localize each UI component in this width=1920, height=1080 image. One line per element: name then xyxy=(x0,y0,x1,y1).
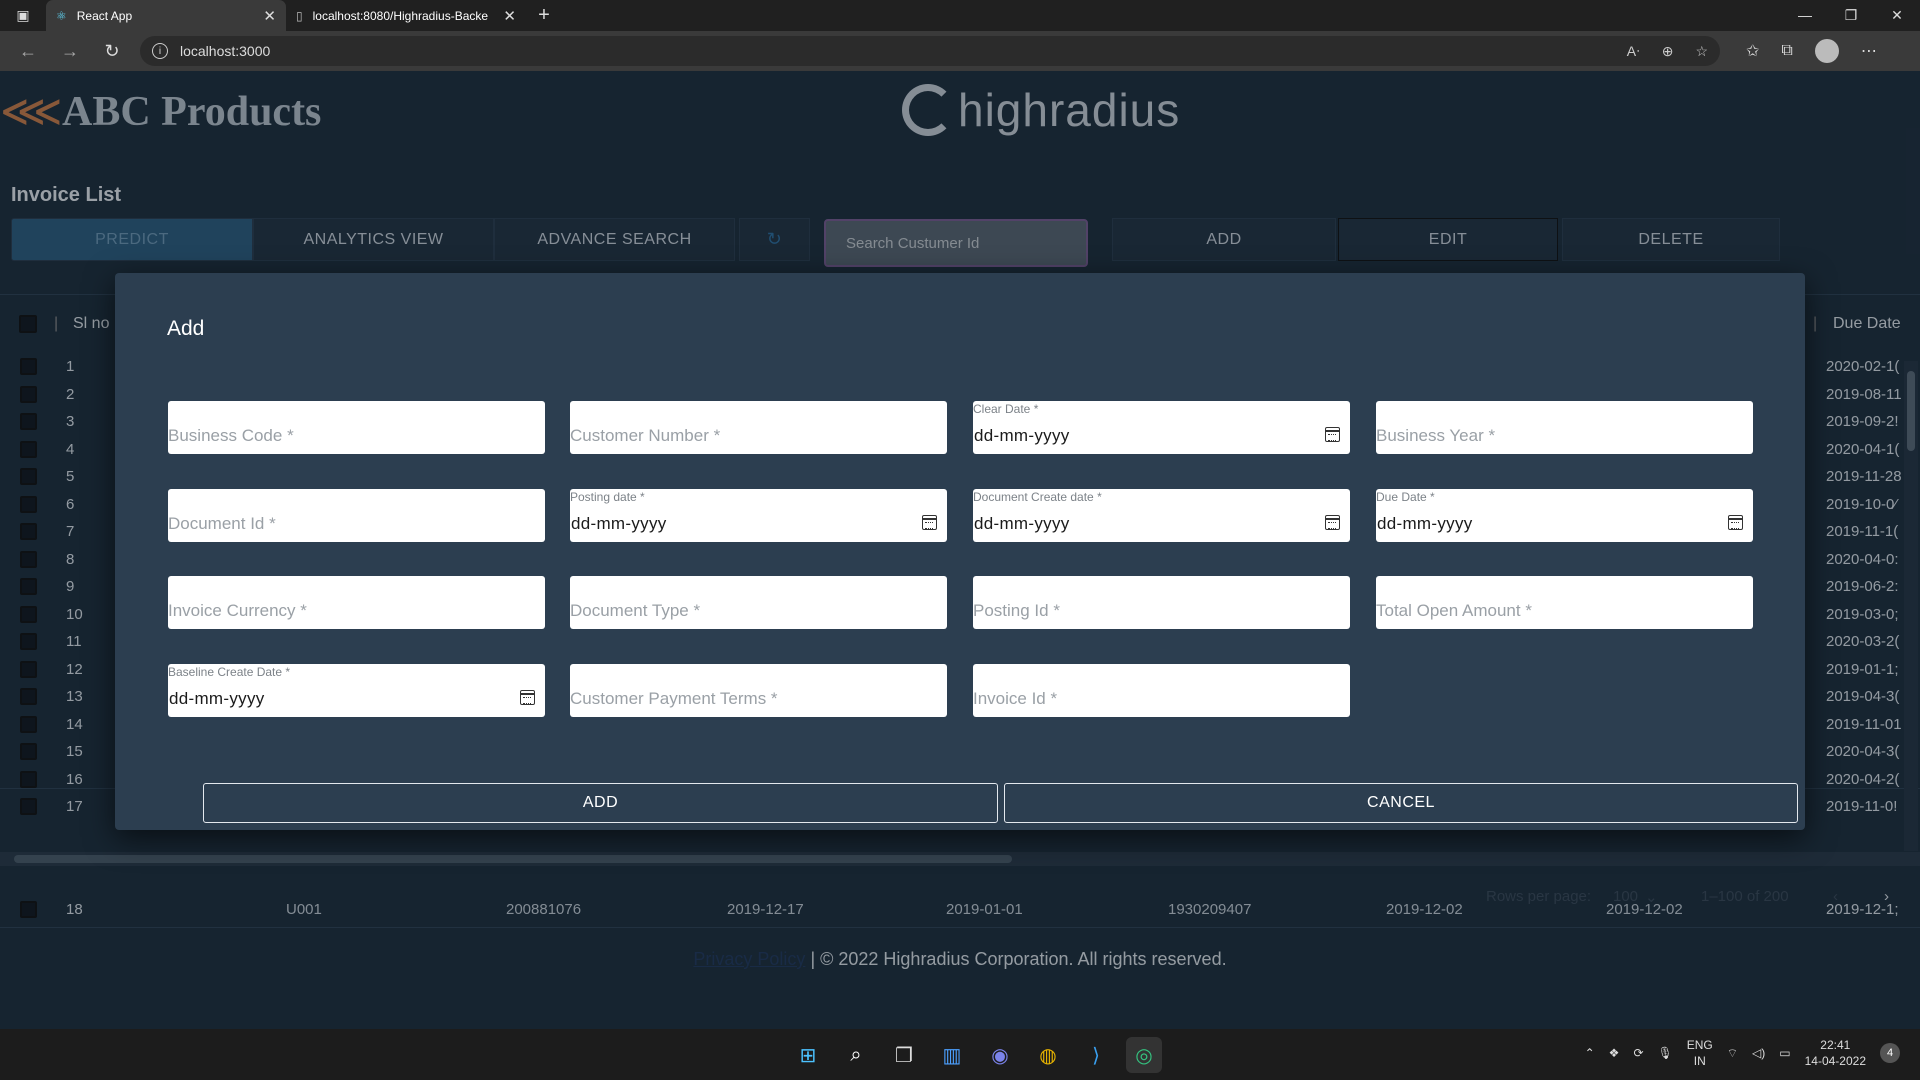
microphone-icon[interactable]: 🎙 xyxy=(1658,1046,1673,1060)
posting-date-label: Posting date * xyxy=(570,490,645,504)
profile-avatar[interactable] xyxy=(1814,39,1839,63)
invoice-currency-placeholder: Invoice Currency * xyxy=(168,601,307,620)
customer-number-placeholder: Customer Number * xyxy=(570,426,721,445)
address-text: localhost:3000 xyxy=(180,43,271,59)
chevron-up-icon[interactable]: ⌃ xyxy=(1585,1046,1595,1060)
favorite-icon[interactable]: ☆ xyxy=(1695,43,1708,60)
react-icon: ⚛ xyxy=(56,8,67,23)
baseline-create-date-field[interactable]: Baseline Create Date * dd-mm-yyyy xyxy=(168,664,545,717)
more-icon[interactable]: ⋯ xyxy=(1861,41,1877,61)
customer-number-field[interactable]: Customer Number * xyxy=(570,401,947,454)
site-info-icon[interactable]: i xyxy=(152,43,168,59)
total-open-amount-placeholder: Total Open Amount * xyxy=(1376,601,1532,620)
document-id-placeholder: Document Id * xyxy=(168,514,276,533)
document-create-date-label: Document Create date * xyxy=(973,490,1102,504)
favorites-icon[interactable]: ✩ xyxy=(1746,41,1759,61)
language-label: ENG xyxy=(1686,1038,1713,1052)
browser-nav-bar: ← → ↻ i localhost:3000 Aᐧ ⊕ ☆ ✩ ⧉ ⋯ xyxy=(0,31,1920,71)
close-tab-icon[interactable]: ✕ xyxy=(263,7,276,25)
invoice-id-placeholder: Invoice Id * xyxy=(973,689,1058,708)
posting-id-placeholder: Posting Id * xyxy=(973,601,1060,620)
add-invoice-dialog: Add Business Code * Customer Number * Cl… xyxy=(115,273,1805,830)
document-create-date-value: dd-mm-yyyy xyxy=(974,514,1070,533)
calendar-icon[interactable] xyxy=(1325,427,1340,442)
clock[interactable]: 22:41 14-04-2022 xyxy=(1805,1037,1866,1069)
document-type-field[interactable]: Document Type * xyxy=(570,576,947,629)
total-open-amount-field[interactable]: Total Open Amount * xyxy=(1376,576,1753,629)
language-indicator[interactable]: ENG IN xyxy=(1687,1037,1713,1069)
chat-icon[interactable]: ◉ xyxy=(982,1037,1018,1073)
minimize-icon[interactable]: — xyxy=(1782,7,1828,24)
browser-tab-react-app[interactable]: ⚛ React App ✕ xyxy=(46,0,286,31)
close-tab-icon[interactable]: ✕ xyxy=(503,7,516,25)
baseline-create-date-value: dd-mm-yyyy xyxy=(169,689,265,708)
business-year-field[interactable]: Business Year * xyxy=(1376,401,1753,454)
notification-badge[interactable]: 4 xyxy=(1880,1043,1900,1063)
clear-date-label: Clear Date * xyxy=(973,402,1039,416)
business-year-placeholder: Business Year * xyxy=(1376,426,1496,445)
calendar-icon[interactable] xyxy=(1728,515,1743,530)
address-bar[interactable]: i localhost:3000 Aᐧ ⊕ ☆ xyxy=(140,36,1720,66)
window-controls: — ❐ ✕ xyxy=(1782,7,1920,24)
due-date-value: dd-mm-yyyy xyxy=(1377,514,1473,533)
business-code-placeholder: Business Code * xyxy=(168,426,294,445)
dialog-add-button[interactable]: ADD xyxy=(203,783,998,823)
restore-icon[interactable]: ❐ xyxy=(1828,7,1874,24)
collections-icon[interactable]: ⧉ xyxy=(1781,42,1792,60)
dropbox-icon[interactable]: ❖ xyxy=(1609,1046,1620,1060)
dialog-cancel-button[interactable]: CANCEL xyxy=(1004,783,1798,823)
taskbar: ⊞ ⌕ ❐ ▥ ◉ ◍ ⟩ ◎ ⌃ ❖ ⟳ 🎙 ENG IN ⌔ ◁) ▭ 22… xyxy=(0,1029,1920,1080)
new-tab-icon[interactable]: + xyxy=(526,4,562,27)
app-root: ⋘ ABC Products highradius Invoice List P… xyxy=(0,71,1920,1029)
time-label: 22:41 xyxy=(1820,1038,1851,1052)
customer-payment-terms-placeholder: Customer Payment Terms * xyxy=(570,689,778,708)
due-date-label: Due Date * xyxy=(1376,490,1435,504)
date-label: 14-04-2022 xyxy=(1804,1054,1866,1068)
back-icon[interactable]: ← xyxy=(10,36,46,66)
battery-icon[interactable]: ▭ xyxy=(1779,1046,1790,1060)
system-tray: ⌃ ❖ ⟳ 🎙 ENG IN ⌔ ◁) ▭ 22:41 14-04-2022 4 xyxy=(1585,1037,1900,1069)
invoice-currency-field[interactable]: Invoice Currency * xyxy=(168,576,545,629)
invoice-id-field[interactable]: Invoice Id * xyxy=(973,664,1350,717)
wifi-icon[interactable]: ⌔ xyxy=(1727,1046,1738,1061)
posting-id-field[interactable]: Posting Id * xyxy=(973,576,1350,629)
browser-tab-backend[interactable]: ▯ localhost:8080/Highradius-Backe ✕ xyxy=(286,0,526,31)
vscode-icon[interactable]: ⟩ xyxy=(1078,1037,1114,1073)
browser-tab-bar: ▣ ⚛ React App ✕ ▯ localhost:8080/Highrad… xyxy=(0,0,1920,31)
calendar-icon[interactable] xyxy=(520,690,535,705)
zoom-icon[interactable]: ⊕ xyxy=(1662,43,1674,60)
edge-icon[interactable]: ◎ xyxy=(1126,1037,1162,1073)
calendar-icon[interactable] xyxy=(922,515,937,530)
region-label: IN xyxy=(1693,1054,1706,1068)
document-create-date-field[interactable]: Document Create date * dd-mm-yyyy xyxy=(973,489,1350,542)
sync-icon[interactable]: ⟳ xyxy=(1633,1046,1643,1060)
clear-date-field[interactable]: Clear Date * dd-mm-yyyy xyxy=(973,401,1350,454)
tab-actions-icon[interactable]: ▣ xyxy=(0,0,46,31)
page-icon: ▯ xyxy=(296,8,303,23)
reload-icon[interactable]: ↻ xyxy=(94,36,130,66)
customer-payment-terms-field[interactable]: Customer Payment Terms * xyxy=(570,664,947,717)
task-view-icon[interactable]: ❐ xyxy=(886,1037,922,1073)
windows-start-icon[interactable]: ⊞ xyxy=(790,1037,826,1073)
clear-date-value: dd-mm-yyyy xyxy=(974,426,1070,445)
baseline-create-date-label: Baseline Create Date * xyxy=(168,665,291,679)
widgets-icon[interactable]: ▥ xyxy=(934,1037,970,1073)
document-type-placeholder: Document Type * xyxy=(570,601,701,620)
due-date-field[interactable]: Due Date * dd-mm-yyyy xyxy=(1376,489,1753,542)
tab-label: React App xyxy=(76,8,133,23)
forward-icon[interactable]: → xyxy=(52,36,88,66)
posting-date-field[interactable]: Posting date * dd-mm-yyyy xyxy=(570,489,947,542)
tab-label: localhost:8080/Highradius-Backe xyxy=(312,8,489,23)
posting-date-value: dd-mm-yyyy xyxy=(571,514,667,533)
search-icon[interactable]: ⌕ xyxy=(838,1037,874,1073)
dialog-title: Add xyxy=(167,317,205,340)
chrome-icon[interactable]: ◍ xyxy=(1030,1037,1066,1073)
calendar-icon[interactable] xyxy=(1325,515,1340,530)
read-aloud-icon[interactable]: Aᐧ xyxy=(1627,43,1640,60)
volume-icon[interactable]: ◁) xyxy=(1752,1046,1765,1060)
business-code-field[interactable]: Business Code * xyxy=(168,401,545,454)
document-id-field[interactable]: Document Id * xyxy=(168,489,545,542)
close-window-icon[interactable]: ✕ xyxy=(1874,7,1920,24)
